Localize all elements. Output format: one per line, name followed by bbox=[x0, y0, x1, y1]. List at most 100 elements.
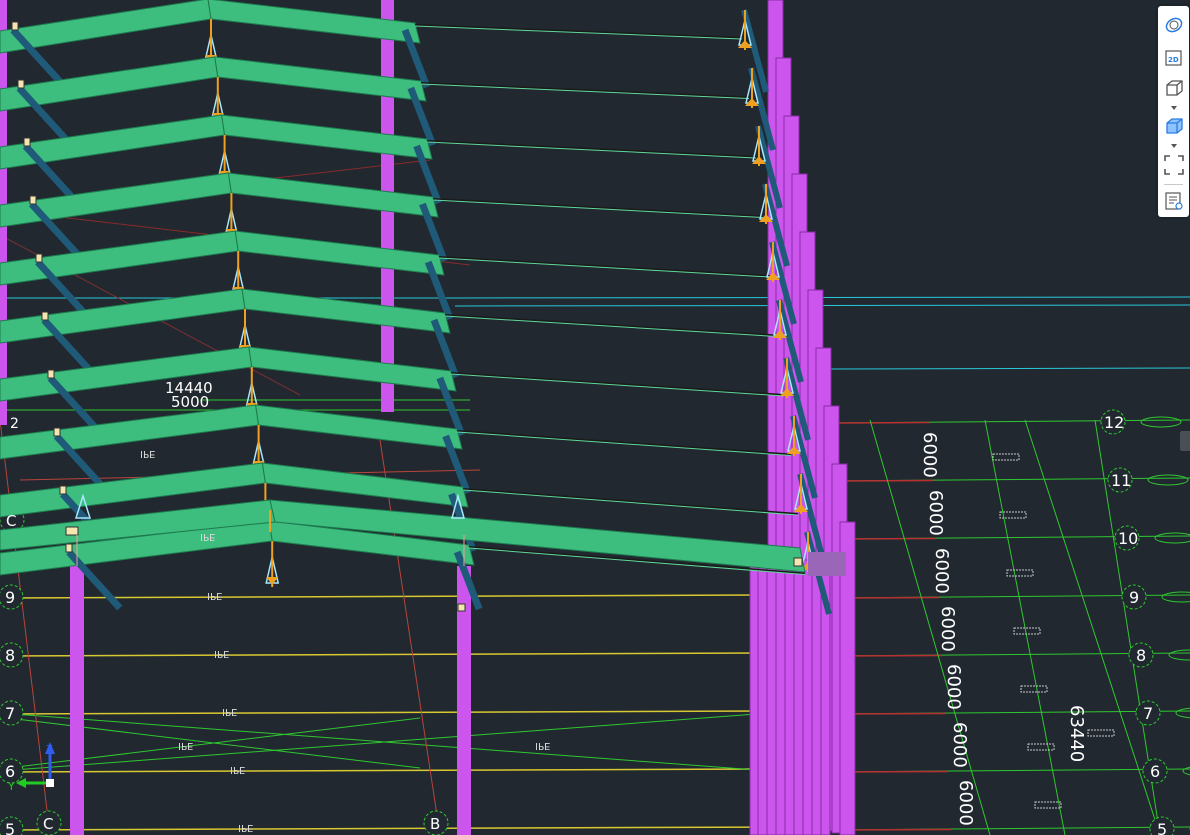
purlin bbox=[450, 373, 785, 397]
purlin bbox=[450, 372, 785, 396]
member-mark bbox=[1087, 729, 1115, 737]
grid-bubble-tail bbox=[1154, 532, 1190, 544]
purlin bbox=[432, 199, 764, 218]
column bbox=[749, 559, 831, 835]
member-mark bbox=[1027, 743, 1055, 751]
grid-line-red bbox=[829, 421, 931, 424]
purlin bbox=[462, 489, 799, 516]
grid-bubble-label-left: 7 bbox=[5, 704, 15, 723]
ucs-y-label: Y bbox=[7, 780, 15, 793]
purlin bbox=[456, 431, 792, 456]
column-cap bbox=[808, 552, 846, 576]
orbit-button[interactable] bbox=[1158, 11, 1189, 39]
grid-bubble-tail bbox=[1182, 766, 1190, 776]
end-plate bbox=[47, 369, 55, 379]
member-mark bbox=[1020, 685, 1048, 693]
end-plate bbox=[35, 253, 43, 263]
dimension-bay-spacing: 6000 bbox=[949, 722, 970, 768]
member-mark bbox=[1034, 801, 1062, 809]
purlin bbox=[414, 24, 743, 39]
cyan-line bbox=[829, 367, 1190, 370]
shaded-view-button[interactable] bbox=[1158, 112, 1189, 140]
member-tag: IPE bbox=[535, 740, 550, 751]
purlin bbox=[414, 25, 743, 40]
grid-bubble-tail bbox=[1175, 707, 1190, 719]
member-tag: IPE bbox=[214, 648, 229, 659]
zoom-extents-button[interactable] bbox=[1158, 151, 1189, 179]
member-tag: IPE bbox=[178, 740, 193, 751]
end-plate bbox=[17, 79, 25, 89]
shaded-cube-icon bbox=[1165, 118, 1183, 134]
member-tag: IPE bbox=[207, 590, 222, 601]
purlin bbox=[426, 141, 757, 159]
wireframe-cube-icon bbox=[1165, 80, 1183, 96]
member-tag: IPE bbox=[200, 531, 215, 542]
purlin bbox=[432, 198, 764, 218]
grid-bubble-label-left: 5 bbox=[5, 820, 15, 835]
purlin bbox=[438, 256, 771, 277]
rafter bbox=[0, 288, 246, 344]
rafter bbox=[227, 172, 439, 218]
grid-bubble-label-right: 5 bbox=[1157, 820, 1167, 835]
column bbox=[70, 566, 84, 835]
purlin bbox=[420, 83, 750, 99]
end-plate bbox=[59, 485, 67, 495]
wireframe-view-button[interactable] bbox=[1158, 74, 1189, 102]
purlin bbox=[438, 257, 771, 278]
grid-bubble-label-right: 9 bbox=[1129, 588, 1139, 607]
model-viewport[interactable]: 14440 5000 63440 12111098765600060006000… bbox=[0, 0, 1190, 835]
rafter bbox=[234, 230, 445, 276]
grid-bubble-tail bbox=[1147, 474, 1189, 486]
grid-bubble-tail bbox=[1168, 649, 1190, 661]
member-tag: IPE bbox=[140, 448, 155, 459]
end-plate bbox=[41, 311, 49, 321]
purlin bbox=[444, 315, 778, 337]
axis-label: B bbox=[430, 815, 440, 833]
grid-bubble-tail bbox=[1161, 591, 1190, 603]
side-panel-tab[interactable] bbox=[1180, 431, 1190, 451]
purlin bbox=[462, 488, 799, 515]
end-plate bbox=[29, 195, 37, 205]
properties-button[interactable] bbox=[1158, 187, 1189, 215]
grid-bubble-label-right: 10 bbox=[1118, 529, 1138, 548]
grid-line bbox=[869, 419, 991, 835]
grid-bubble-label-right: 8 bbox=[1136, 646, 1146, 665]
dimension-bay-spacing: 6000 bbox=[943, 664, 964, 710]
plan-grid-layer bbox=[0, 159, 1190, 835]
grid-bubble-label-left: 8 bbox=[5, 646, 15, 665]
member-tag: IPE bbox=[222, 706, 237, 717]
purlin bbox=[456, 430, 792, 456]
grid-bubble-label-right: 6 bbox=[1150, 762, 1160, 781]
grid-bubble-label-right: 12 bbox=[1104, 413, 1124, 432]
rafter bbox=[0, 346, 253, 402]
purlin bbox=[420, 82, 750, 99]
grid-bubble-label-right: 11 bbox=[1111, 471, 1131, 490]
zoom-extents-icon bbox=[1163, 155, 1184, 175]
grid-bubble-label-right: 7 bbox=[1143, 704, 1153, 723]
purlin bbox=[426, 140, 757, 158]
rafter bbox=[241, 288, 451, 334]
grid-bubble-tail bbox=[1140, 416, 1182, 428]
member-mark bbox=[992, 453, 1020, 461]
rafter bbox=[0, 114, 226, 170]
dimension-bay-spacing: 6000 bbox=[919, 432, 940, 478]
member-tag: IPE bbox=[230, 764, 245, 775]
dimension-bay-spacing: 6000 bbox=[955, 780, 976, 826]
grid-bubble-label-left: 2 bbox=[10, 416, 19, 432]
grid-bubble-label-left: 6 bbox=[5, 762, 15, 781]
member-mark bbox=[1006, 569, 1034, 577]
dimension-top-b: 5000 bbox=[171, 393, 209, 411]
grid-bubble-label-left: 9 bbox=[5, 588, 15, 607]
dimension-bay-spacing: 6000 bbox=[937, 606, 958, 652]
end-plate bbox=[457, 603, 466, 612]
grid-line-yellow bbox=[0, 710, 771, 715]
end-plate bbox=[65, 526, 79, 536]
view-2d-label: 2D bbox=[1168, 56, 1179, 64]
dimension-bay-spacing: 6000 bbox=[931, 548, 952, 594]
end-plate bbox=[65, 543, 73, 553]
end-plate bbox=[793, 557, 803, 567]
member-mark bbox=[1013, 627, 1041, 635]
view-2d-button[interactable]: 2D bbox=[1158, 44, 1189, 72]
purlin bbox=[444, 314, 778, 337]
dimension-bay-spacing: 6000 bbox=[925, 490, 946, 536]
